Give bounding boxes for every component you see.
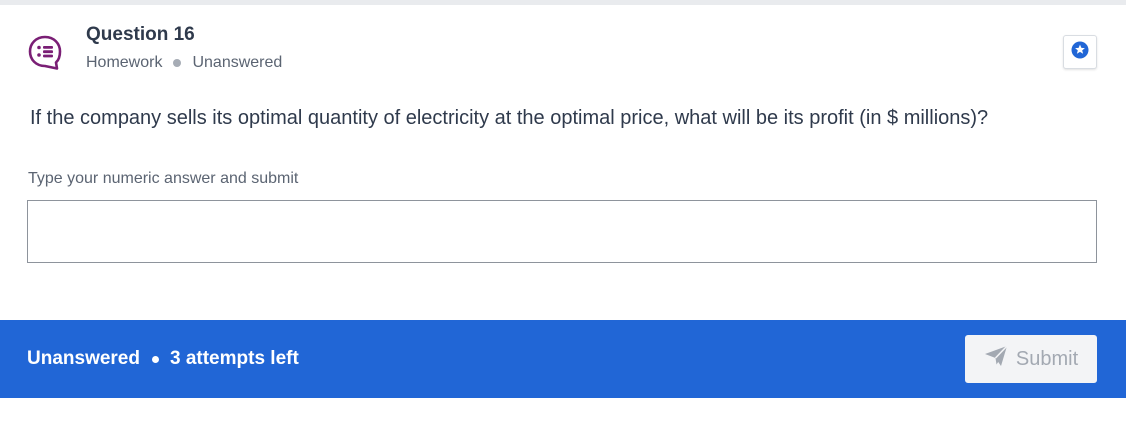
question-list-chat-icon bbox=[27, 34, 63, 72]
paper-plane-icon bbox=[984, 345, 1008, 373]
footer-status: Unanswered 3 attempts left bbox=[27, 348, 299, 370]
star-bookmark-icon bbox=[1071, 41, 1089, 64]
footer-answer-state: Unanswered bbox=[27, 348, 140, 369]
numeric-answer-input[interactable] bbox=[27, 200, 1097, 263]
submit-label: Submit bbox=[1015, 347, 1079, 370]
bookmark-button[interactable] bbox=[1063, 35, 1097, 69]
answer-label: Type your numeric answer and submit bbox=[28, 170, 299, 187]
submission-footer: Unanswered 3 attempts left Submit bbox=[0, 320, 1126, 398]
question-category: Homework bbox=[86, 54, 163, 71]
attempts-left: 3 attempts left bbox=[169, 348, 299, 369]
question-meta: Homework Unanswered bbox=[86, 54, 282, 72]
question-state: Unanswered bbox=[192, 54, 283, 71]
meta-separator-dot bbox=[173, 59, 182, 67]
submit-button[interactable]: Submit bbox=[965, 335, 1097, 383]
question-card: Question 16 Homework Unanswered If the c… bbox=[0, 5, 1126, 398]
question-title: Question 16 bbox=[86, 24, 195, 45]
question-prompt: If the company sells its optimal quantit… bbox=[30, 107, 989, 129]
footer-separator-dot bbox=[151, 355, 159, 363]
